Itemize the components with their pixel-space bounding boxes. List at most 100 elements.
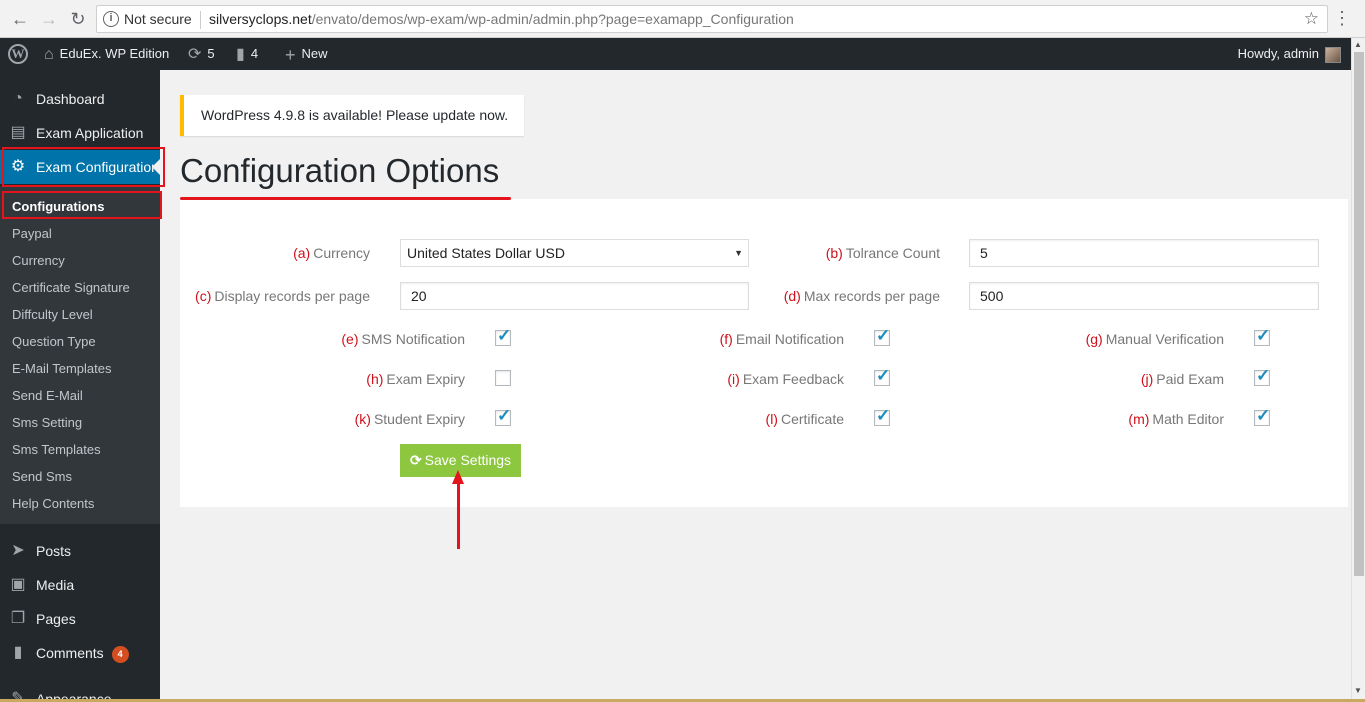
url-domain: silversyclops.net <box>209 11 312 27</box>
paid-exam-checkbox[interactable] <box>1254 366 1270 386</box>
paid-exam-tag: (j) <box>1140 371 1154 387</box>
submenu-difficulty-level[interactable]: Diffculty Level <box>12 301 93 328</box>
submenu-send-email[interactable]: Send E-Mail <box>12 382 83 409</box>
sms-notification-label: (e) SMS Notification <box>341 331 465 347</box>
student-expiry-checkbox[interactable] <box>495 406 511 426</box>
email-notification-label-text: Email Notification <box>735 331 844 347</box>
menu-pages[interactable]: ❐ Pages <box>0 602 160 636</box>
submenu-certificate-signature[interactable]: Certificate Signature <box>12 274 130 301</box>
display-records-label-text: Display records per page <box>214 288 370 304</box>
manual-verification-label: (g) Manual Verification <box>1086 331 1224 347</box>
new-label: New <box>301 46 328 61</box>
avatar <box>1325 46 1341 63</box>
back-icon[interactable]: ← <box>10 9 30 29</box>
scroll-down-icon[interactable]: ▼ <box>1354 686 1362 695</box>
submenu-currency[interactable]: Currency <box>12 247 65 274</box>
menu-exam-application[interactable]: ▤ Exam Application <box>0 116 160 150</box>
submenu-send-sms[interactable]: Send Sms <box>12 463 72 490</box>
paid-exam-label: (j) Paid Exam <box>1141 371 1224 387</box>
comments-link[interactable]: ▮ 4 <box>236 38 258 70</box>
menu-media[interactable]: ▣ Media <box>0 568 160 602</box>
currency-value: United States Dollar USD <box>407 245 565 261</box>
exam-feedback-tag: (i) <box>727 371 740 387</box>
exam-expiry-label: (h) Exam Expiry <box>366 371 465 387</box>
sms-notification-checkbox[interactable] <box>495 326 511 346</box>
wordpress-logo-icon[interactable]: W <box>8 44 28 64</box>
submenu-paypal[interactable]: Paypal <box>12 220 52 247</box>
site-name: EduEx. WP Edition <box>59 46 170 61</box>
updates-count: 5 <box>207 46 215 61</box>
student-expiry-label: (k) Student Expiry <box>355 411 465 427</box>
url-path: /envato/demos/wp-exam/wp-admin/admin.php… <box>311 11 794 27</box>
forward-icon[interactable]: → <box>39 9 59 29</box>
student-expiry-tag: (k) <box>354 411 371 427</box>
submenu-help-contents[interactable]: Help Contents <box>12 490 94 517</box>
site-name-link[interactable]: ⌂ EduEx. WP Edition <box>44 38 169 70</box>
page-scrollbar[interactable]: ▲ ▼ <box>1351 38 1365 702</box>
display-records-tag: (c) <box>195 288 212 304</box>
tolrance-tag: (b) <box>825 245 843 261</box>
submenu-sms-setting[interactable]: Sms Setting <box>12 409 82 436</box>
math-editor-tag: (m) <box>1128 411 1150 427</box>
annotation-title-underline <box>180 197 511 200</box>
howdy-text: Howdy, admin <box>1237 46 1319 61</box>
browser-menu-icon[interactable]: ⋮ <box>1333 8 1351 28</box>
scroll-thumb[interactable] <box>1354 52 1364 576</box>
math-editor-checkbox[interactable] <box>1254 406 1270 426</box>
sms-notification-tag: (e) <box>341 331 359 347</box>
certificate-label-text: Certificate <box>780 411 844 427</box>
certificate-checkbox[interactable] <box>874 406 890 426</box>
info-icon[interactable]: i <box>103 11 119 27</box>
wp-admin-bar: W ⌂ EduEx. WP Edition ⟳ 5 ▮ 4 + New Howdy, a… <box>0 38 1365 70</box>
menu-dashboard[interactable]: ◔ Dashboard <box>0 82 160 116</box>
menu-label: Posts <box>36 543 72 559</box>
annotation-highlight-exam-configuration <box>2 147 165 187</box>
refresh-icon: ⟳ <box>409 452 422 468</box>
exam-expiry-label-text: Exam Expiry <box>386 371 465 387</box>
annotation-highlight-configurations <box>2 191 162 219</box>
new-content-link[interactable]: + New <box>285 38 328 70</box>
manual-verification-checkbox[interactable] <box>1254 326 1270 346</box>
plus-icon: + <box>285 44 296 65</box>
exam-feedback-label-text: Exam Feedback <box>742 371 844 387</box>
max-records-input[interactable]: 500 <box>969 282 1319 310</box>
tolrance-input[interactable]: 5 <box>969 239 1319 267</box>
certificate-tag: (l) <box>765 411 778 427</box>
exam-expiry-checkbox[interactable] <box>495 370 511 386</box>
media-icon: ▣ <box>10 576 26 593</box>
update-notice: WordPress 4.9.8 is available! Please upd… <box>180 95 524 136</box>
email-notification-checkbox[interactable] <box>874 326 890 346</box>
manual-verification-tag: (g) <box>1085 331 1103 347</box>
menu-label: Dashboard <box>36 91 105 107</box>
max-records-label-text: Max records per page <box>803 288 940 304</box>
menu-comments[interactable]: ▮ Comments 4 <box>0 636 160 670</box>
reload-icon[interactable]: ↻ <box>68 9 88 29</box>
menu-label: Pages <box>36 611 76 627</box>
currency-label: (a) Currency <box>293 245 370 261</box>
address-bar[interactable]: i Not secure silversyclops.net/envato/de… <box>96 5 1328 33</box>
submenu-sms-templates[interactable]: Sms Templates <box>12 436 101 463</box>
menu-label: Exam Application <box>36 125 144 141</box>
scroll-up-icon[interactable]: ▲ <box>1354 40 1362 49</box>
exam-configuration-submenu: Configurations Paypal Currency Certifica… <box>0 186 160 524</box>
exam-feedback-label: (i) Exam Feedback <box>727 371 844 387</box>
url-text[interactable]: silversyclops.net/envato/demos/wp-exam/w… <box>209 11 794 27</box>
display-records-input[interactable]: 20 <box>400 282 749 310</box>
updates-icon: ⟳ <box>188 45 202 63</box>
pin-icon: ➤ <box>11 542 25 559</box>
page-title: Configuration Options <box>180 152 500 189</box>
browser-toolbar: ← → ↻ i Not secure silversyclops.net/env… <box>0 0 1365 38</box>
currency-label-text: Currency <box>313 245 370 261</box>
sms-notification-label-text: SMS Notification <box>361 331 465 347</box>
paid-exam-label-text: Paid Exam <box>1156 371 1224 387</box>
account-menu[interactable]: Howdy, admin <box>1238 38 1341 70</box>
bookmark-star-icon[interactable]: ☆ <box>1304 9 1319 29</box>
dashboard-icon: ◔ <box>13 90 23 107</box>
updates-link[interactable]: ⟳ 5 <box>188 38 215 70</box>
submenu-email-templates[interactable]: E-Mail Templates <box>12 355 111 382</box>
submenu-question-type[interactable]: Question Type <box>12 328 96 355</box>
menu-posts[interactable]: ➤ Posts <box>0 534 160 568</box>
math-editor-label: (m) Math Editor <box>1128 411 1224 427</box>
exam-feedback-checkbox[interactable] <box>874 366 890 386</box>
currency-select[interactable]: United States Dollar USD ▼ <box>400 239 749 267</box>
